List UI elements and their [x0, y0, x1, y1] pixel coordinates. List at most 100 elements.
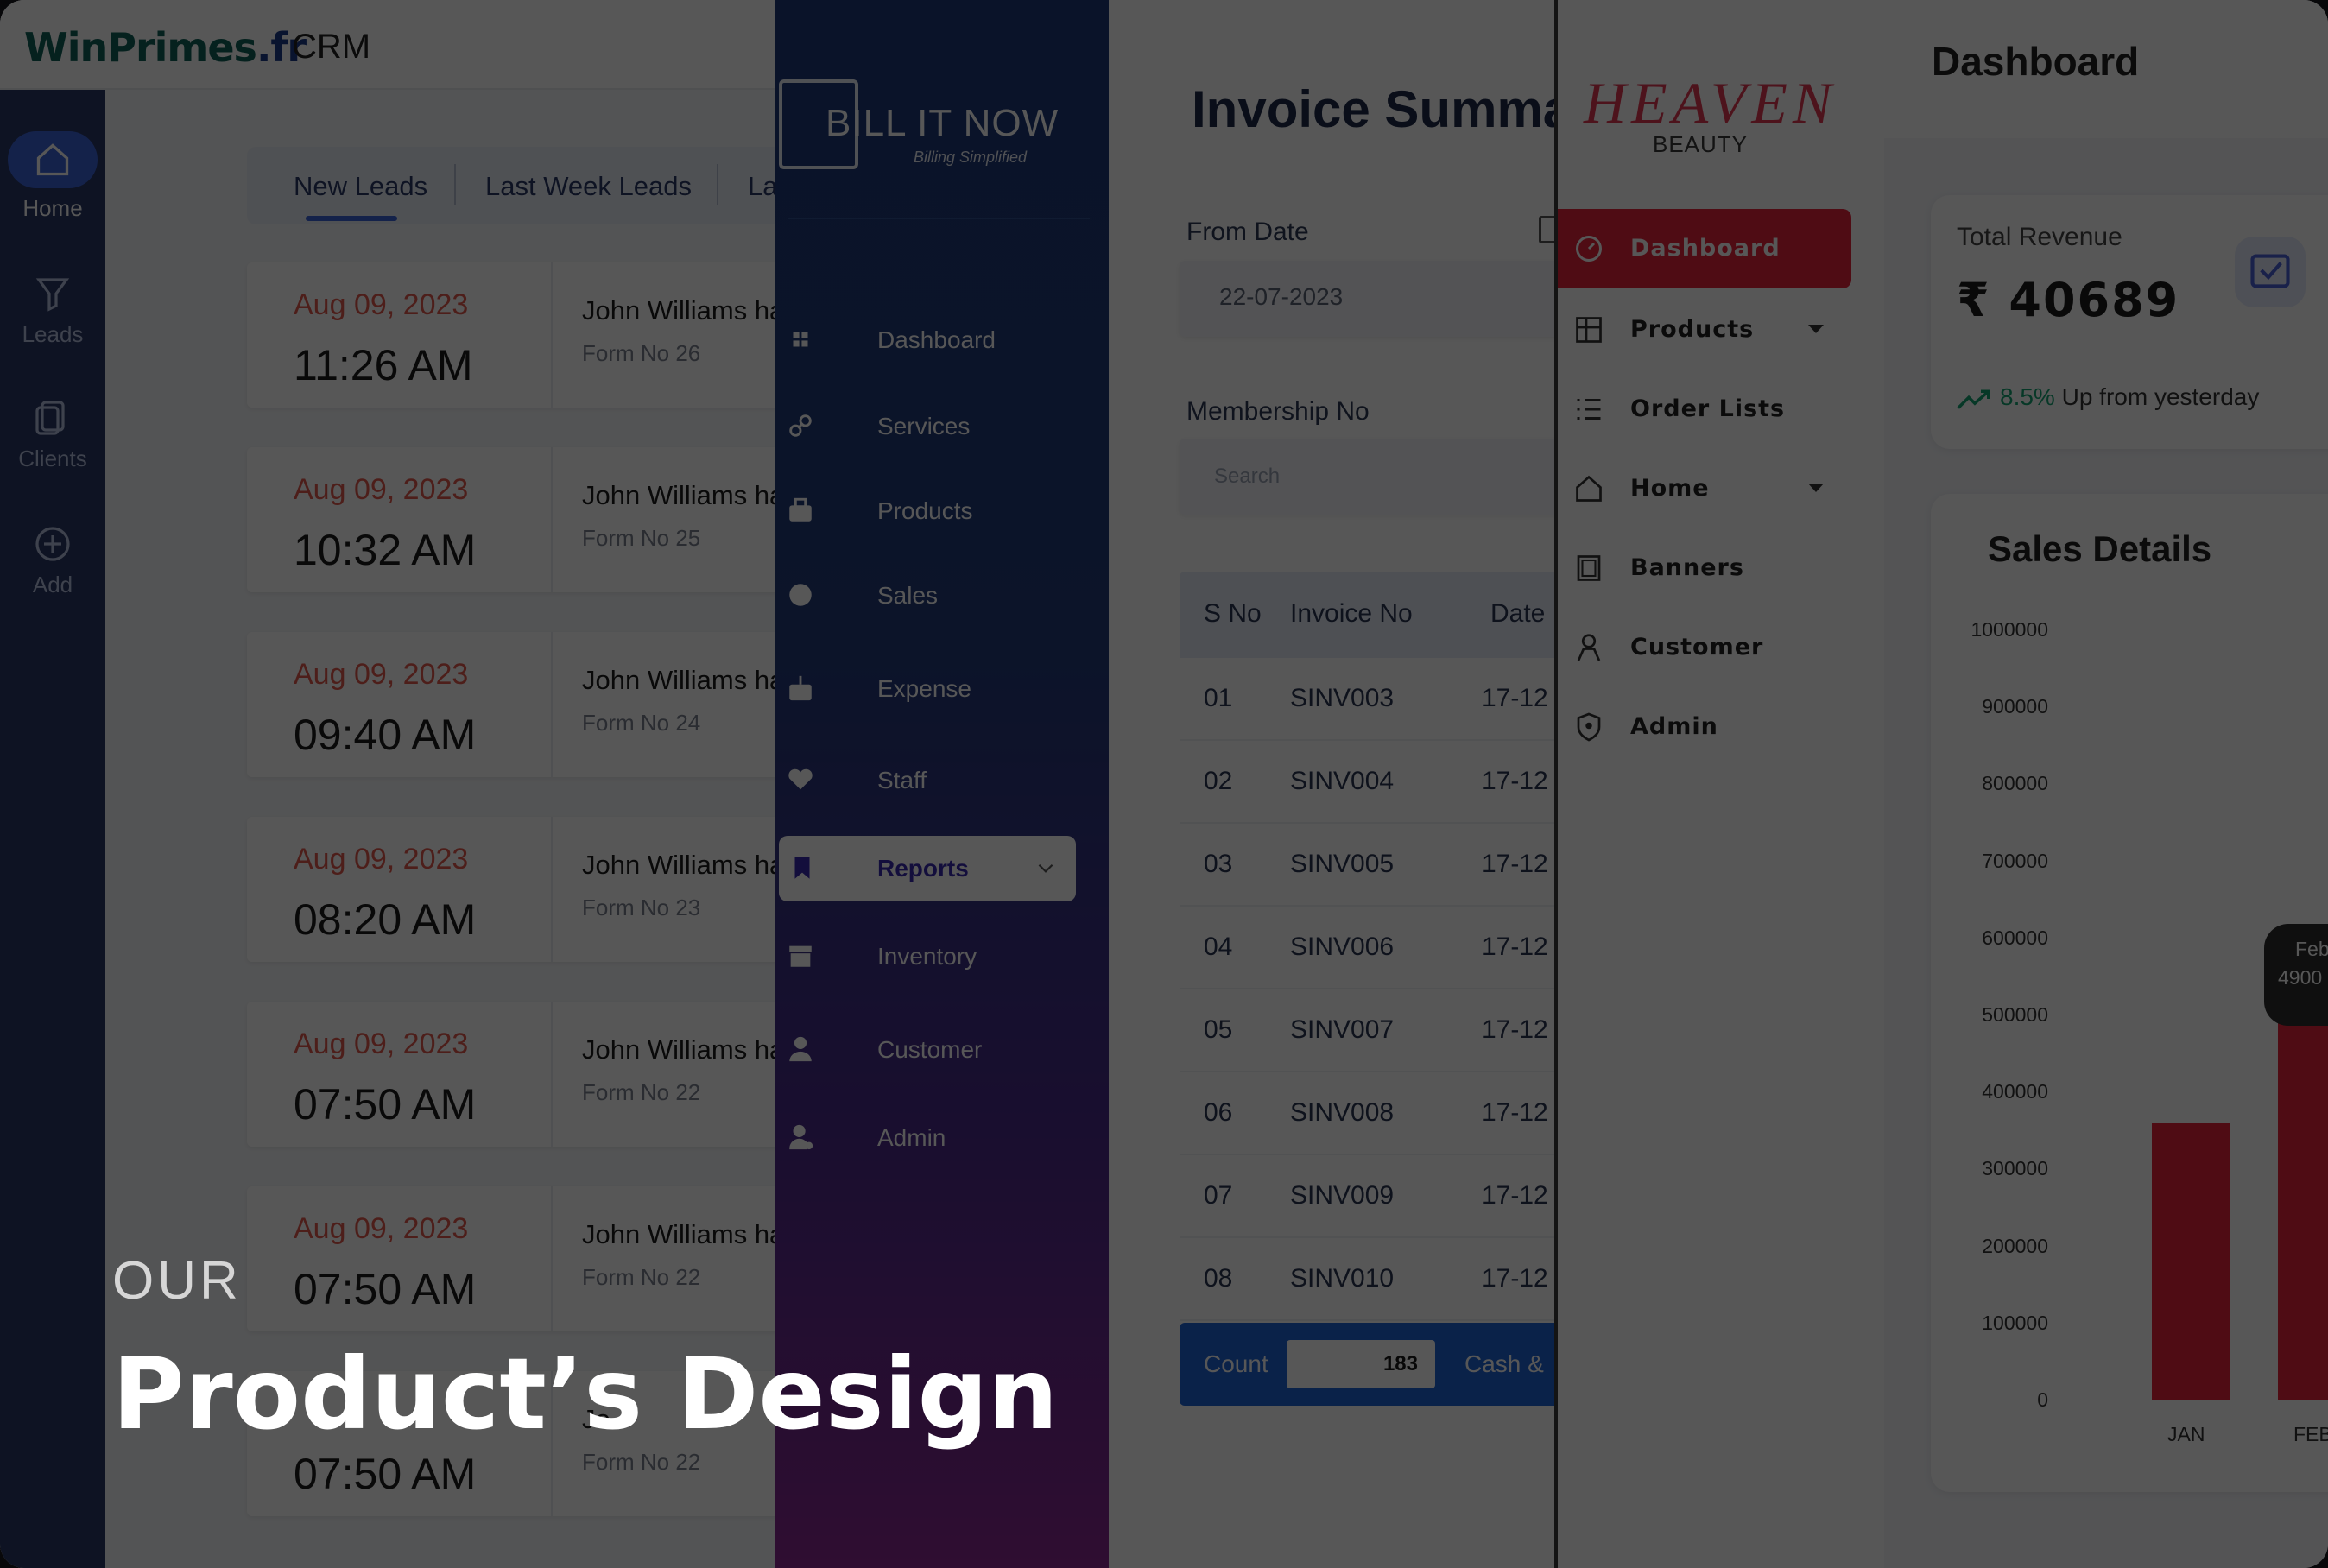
cell-sno: 08	[1204, 1264, 1233, 1293]
table-row[interactable]: 04 SINV006 17-12	[1180, 907, 1554, 989]
bill-menu-label: Inventory	[877, 943, 977, 970]
bill-menu-products[interactable]: Products	[775, 485, 1109, 537]
home-icon	[36, 143, 69, 176]
lead-divider	[551, 632, 553, 777]
lead-name: John Williams ha	[582, 665, 777, 695]
y-tick-label: 200000	[1982, 1234, 2048, 1257]
heaven-menu-products[interactable]: Products	[1558, 290, 1851, 370]
lead-divider	[551, 262, 553, 408]
count-label: Count	[1204, 1350, 1268, 1377]
crm-logo[interactable]: WinPrimes.fr	[24, 24, 307, 71]
heaven-menu-dashboard[interactable]: Dashboard	[1558, 209, 1851, 288]
lead-divider	[551, 447, 553, 592]
sidebar-item-leads[interactable]: Leads	[0, 273, 105, 348]
table-row[interactable]: 08 SINV010 17-12	[1180, 1238, 1554, 1321]
bill-menu-admin[interactable]: Admin	[775, 1112, 1109, 1164]
revenue-trend: 8.5% Up from yesterday	[1957, 383, 2259, 412]
bill-menu-label: Customer	[877, 1036, 983, 1063]
table-row[interactable]: 07 SINV009 17-12	[1180, 1155, 1554, 1238]
lead-card[interactable]: Aug 09, 2023 10:32 AM John Williams ha F…	[247, 447, 777, 592]
person-icon	[1577, 634, 1601, 661]
bill-menu-inventory[interactable]: Inventory	[775, 931, 1109, 983]
lead-name: John Williams ha	[582, 850, 777, 880]
sidebar-item-home[interactable]: Home	[0, 131, 105, 222]
search-placeholder: Search	[1214, 465, 1281, 488]
cell-sno: 07	[1204, 1181, 1233, 1210]
membership-search-input[interactable]: Search	[1180, 439, 1554, 515]
tab-more[interactable]: La	[748, 171, 777, 202]
cell-invoice-no: SINV008	[1290, 1098, 1395, 1127]
from-date-value: 22-07-2023	[1219, 283, 1344, 310]
banner-icon	[1577, 555, 1601, 581]
cash-label: Cash &	[1464, 1350, 1544, 1377]
grid-icon	[1576, 317, 1602, 343]
lead-time: 10:32 AM	[294, 526, 477, 574]
lead-time: 07:50 AM	[294, 1265, 477, 1313]
admin-icon	[789, 1124, 813, 1150]
from-date-field[interactable]: 22-07-2023	[1180, 261, 1554, 337]
shield-icon	[1577, 712, 1601, 742]
y-tick-label: 700000	[1982, 849, 2048, 872]
x-tick-label: JAN	[2167, 1423, 2205, 1445]
cell-sno: 02	[1204, 767, 1233, 795]
table-row[interactable]: 01 SINV003 17-12	[1180, 658, 1554, 741]
chevron-down-icon[interactable]	[1034, 857, 1057, 879]
caret-down-icon[interactable]	[1808, 484, 1824, 492]
tab-new-leads[interactable]: New Leads	[294, 171, 427, 202]
lead-card[interactable]: Aug 09, 2023 11:26 AM John Williams ha F…	[247, 262, 777, 408]
bookmark-icon	[794, 857, 810, 879]
bill-menu-sales[interactable]: Sales	[775, 570, 1109, 622]
showcase-frame: WinPrimes.fr CRM Home Leads Clients Add	[0, 0, 2328, 1568]
cell-sno: 05	[1204, 1015, 1233, 1044]
heaven-menu-customer[interactable]: Customer	[1558, 608, 1851, 687]
lead-card[interactable]: Aug 09, 2023 08:20 AM John Williams ha F…	[247, 817, 777, 962]
heaven-menu-admin[interactable]: Admin	[1558, 687, 1851, 767]
lead-card[interactable]: Aug 09, 2023 07:50 AM John Williams ha F…	[247, 1002, 777, 1147]
total-revenue-card[interactable]: Total Revenue ₹ 40689 8.5% Up from yeste…	[1931, 195, 2328, 449]
table-row[interactable]: 06 SINV008 17-12	[1180, 1072, 1554, 1155]
bar-jan[interactable]	[2152, 1122, 2230, 1400]
lead-form-no: Form No 22	[582, 1449, 701, 1475]
bill-menu-expense[interactable]: Expense	[775, 663, 1109, 715]
lead-name: John Williams ha	[582, 1219, 777, 1249]
bill-menu-services[interactable]: Services	[775, 401, 1109, 452]
bar-feb[interactable]	[2278, 1022, 2328, 1400]
table-row[interactable]: 02 SINV004 17-12	[1180, 741, 1554, 824]
sidebar-item-clients[interactable]: Clients	[0, 397, 105, 472]
column-header[interactable]: Date	[1490, 599, 1545, 629]
y-tick-label: 900000	[1982, 695, 2048, 718]
column-header[interactable]: Invoice No	[1290, 599, 1413, 629]
sidebar-item-label: Home	[22, 195, 83, 221]
lead-time: 09:40 AM	[294, 711, 477, 759]
bill-menu-dashboard[interactable]: Dashboard	[775, 314, 1109, 366]
bill-menu-label: Expense	[877, 675, 971, 702]
table-row[interactable]: 05 SINV007 17-12	[1180, 989, 1554, 1072]
lead-card[interactable]: Aug 09, 2023 09:40 AM John Williams ha F…	[247, 632, 777, 777]
column-header[interactable]: S No	[1204, 599, 1262, 629]
document-icon	[35, 401, 65, 435]
heaven-menu-home[interactable]: Home	[1558, 449, 1851, 528]
cell-date: 17-12	[1482, 1181, 1548, 1210]
bill-menu-customer[interactable]: Customer	[775, 1024, 1109, 1076]
heaven-logo[interactable]: HEAVEN	[1584, 69, 1837, 137]
y-tick-label: 400000	[1982, 1080, 2048, 1103]
sidebar-item-add[interactable]: Add	[0, 523, 105, 598]
bill-logo[interactable]: BILL IT NOW	[826, 102, 1059, 145]
membership-no-label: Membership No	[1186, 397, 1370, 426]
invoice-summary-app: Invoice Summar From Date 22-07-2023 Memb…	[1109, 0, 1554, 1568]
bill-menu-staff[interactable]: Staff	[775, 755, 1109, 806]
total-revenue-label: Total Revenue	[1957, 223, 2122, 251]
tab-divider	[717, 164, 718, 205]
bill-menu-reports[interactable]: Reports	[779, 836, 1076, 901]
tab-divider	[454, 164, 456, 205]
lead-form-no: Form No 26	[582, 340, 701, 366]
lead-card[interactable]: Aug 09, 2023 07:50 AM John Williams ha F…	[247, 1186, 777, 1331]
calendar-icon[interactable]	[1539, 216, 1554, 243]
cell-sno: 04	[1204, 933, 1233, 961]
tab-last-week-leads[interactable]: Last Week Leads	[485, 171, 692, 202]
caret-down-icon[interactable]	[1808, 325, 1824, 333]
table-row[interactable]: 03 SINV005 17-12	[1180, 824, 1554, 907]
heaven-menu-banners[interactable]: Banners	[1558, 528, 1851, 608]
home-icon	[1576, 475, 1602, 502]
heaven-menu-order-lists[interactable]: Order Lists	[1558, 370, 1851, 449]
